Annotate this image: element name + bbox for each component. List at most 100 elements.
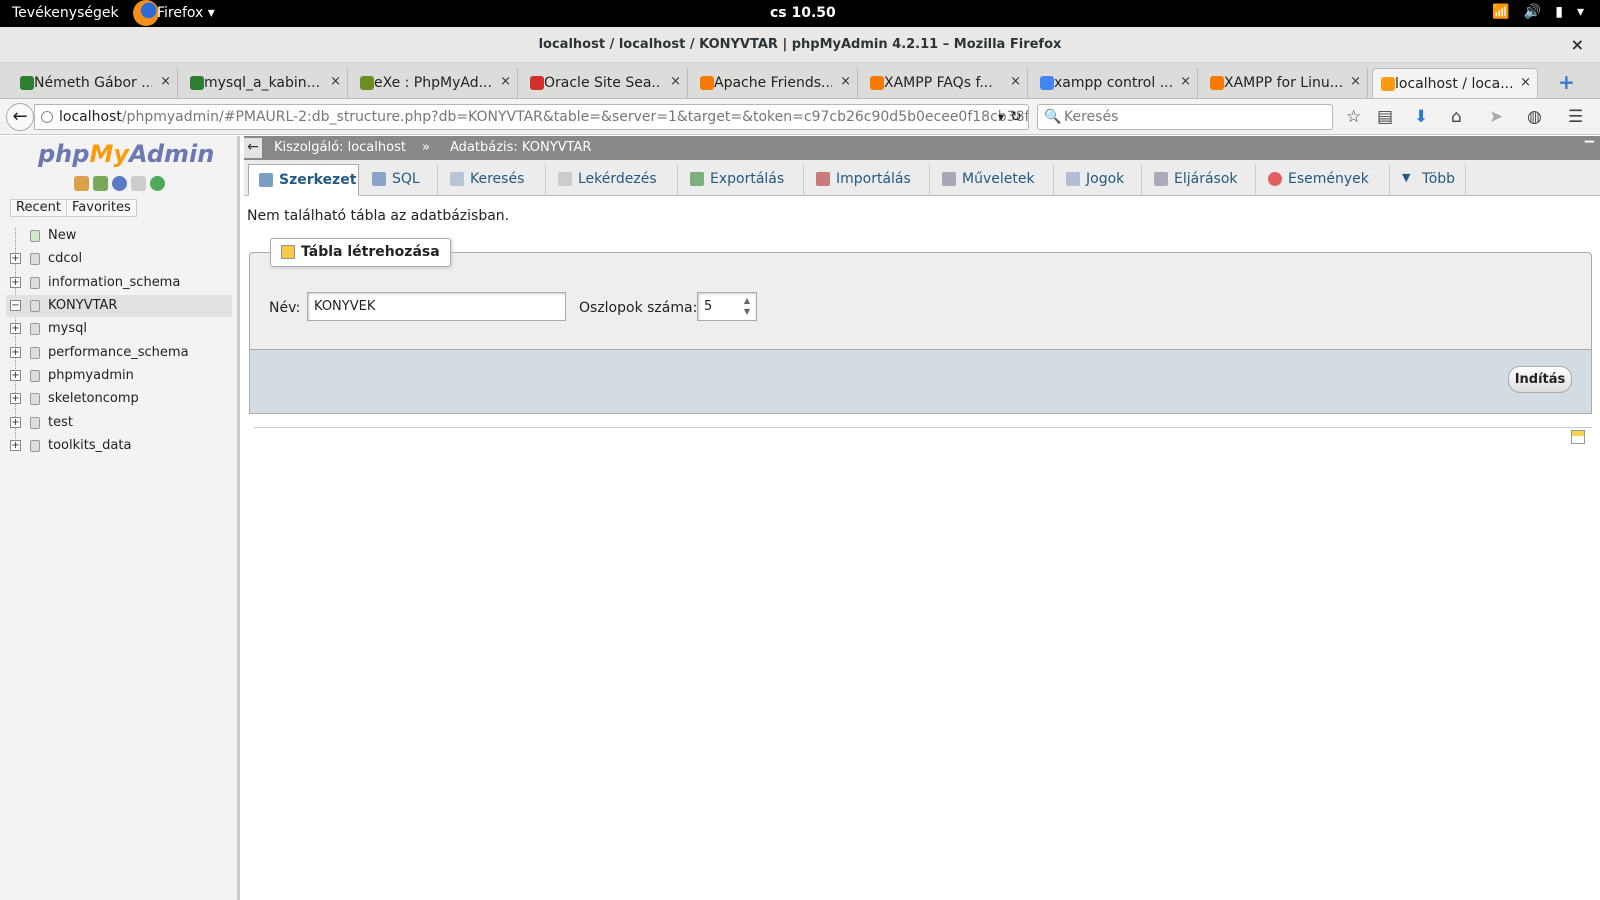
tab-tobb[interactable]: ▼ Több (1392, 164, 1466, 196)
activities-button[interactable]: Tevékenységek (12, 5, 119, 21)
home-icon[interactable] (74, 176, 89, 191)
tab-muveletek[interactable]: Műveletek (932, 164, 1054, 196)
hamburger-menu-icon[interactable]: ☰ (1568, 107, 1583, 127)
globe-icon[interactable]: ◍ (1527, 107, 1542, 127)
tab-close-icon[interactable]: × (1520, 75, 1531, 90)
new-database-item[interactable]: New (6, 225, 232, 247)
column-count-value: 5 (704, 299, 713, 314)
search-input[interactable]: 🔍 Keresés (1037, 104, 1333, 130)
database-item-konyvtar[interactable]: − KONYVTAR (6, 295, 232, 317)
tab-exportalas[interactable]: Exportálás (680, 164, 804, 196)
table-name-input[interactable]: KONYVEK (307, 292, 566, 321)
reading-list-icon[interactable]: ▤ (1377, 107, 1393, 127)
reload-icon[interactable] (150, 176, 165, 191)
expand-icon[interactable]: + (10, 393, 21, 404)
tab-importalas[interactable]: Importálás (806, 164, 930, 196)
window-close-button[interactable]: × (1571, 35, 1584, 54)
logout-icon[interactable] (93, 176, 108, 191)
database-icon (30, 253, 40, 265)
url-bar[interactable]: localhost/phpmyadmin/#PMAURL-2:db_struct… (34, 104, 1029, 130)
database-icon (30, 300, 40, 312)
browser-tab[interactable]: XAMPP FAQs f... × (862, 68, 1028, 98)
help-icon[interactable] (112, 176, 127, 191)
collapse-icon[interactable]: − (10, 300, 21, 311)
clock[interactable]: cs 10.50 (770, 5, 836, 21)
browser-tab[interactable]: Oracle Site Sea... × (522, 68, 688, 98)
browser-tab[interactable]: XAMPP for Linu... × (1202, 68, 1368, 98)
console-icon[interactable] (1571, 430, 1585, 444)
history-dropdown-icon[interactable]: ▾ (998, 105, 1004, 129)
expand-icon[interactable]: + (10, 277, 21, 288)
tab-esemenyek[interactable]: Események (1258, 164, 1390, 196)
back-button[interactable]: ← (6, 103, 34, 131)
database-item-phpmyadmin[interactable]: + phpmyadmin (6, 365, 232, 387)
tab-close-icon[interactable]: × (330, 74, 341, 89)
collapse-navigation-icon[interactable]: ← (244, 138, 262, 158)
bookmark-star-icon[interactable]: ☆ (1346, 107, 1361, 127)
tab-label: Szerkezet (279, 172, 357, 188)
tab-label: Több (1422, 171, 1456, 187)
tab-favicon-icon (190, 76, 204, 90)
database-item-mysql[interactable]: + mysql (6, 318, 232, 340)
browser-tab[interactable]: Apache Friends... × (692, 68, 858, 98)
tab-close-icon[interactable]: × (160, 74, 171, 89)
favorite-tables-button[interactable]: Favorites (66, 199, 137, 217)
database-item-performance-schema[interactable]: + performance_schema (6, 342, 232, 364)
stepper-arrows-icon[interactable]: ▲ ▼ (741, 295, 753, 318)
database-item-toolkits-data[interactable]: + toolkits_data (6, 435, 232, 457)
tab-kereses[interactable]: Keresés (440, 164, 546, 196)
tab-close-icon[interactable]: × (1010, 74, 1021, 89)
reload-icon[interactable]: ↻ (1010, 105, 1022, 129)
column-count-stepper[interactable]: 5 ▲ ▼ (697, 292, 757, 321)
tab-close-icon[interactable]: × (500, 74, 511, 89)
browser-tab[interactable]: mysql_a_kabin... × (182, 68, 348, 98)
tab-eljarasok[interactable]: Eljárások (1144, 164, 1256, 196)
send-icon[interactable]: ➤ (1489, 107, 1503, 127)
browser-tab[interactable]: eXe : PhpMyAd... × (352, 68, 518, 98)
browser-tab[interactable]: Németh Gábor ... × (12, 68, 178, 98)
documentation-icon[interactable] (131, 176, 146, 191)
tab-sql[interactable]: SQL (362, 164, 438, 196)
new-database-label: New (48, 228, 77, 243)
app-menu[interactable]: Firefox ▾ (157, 5, 215, 21)
tab-label: xampp control ... (1054, 75, 1172, 91)
import-icon (816, 172, 830, 186)
site-identity-icon[interactable] (41, 111, 53, 123)
database-item-skeletoncomp[interactable]: + skeletoncomp (6, 388, 232, 410)
tab-lekerdezes[interactable]: Lekérdezés (548, 164, 678, 196)
recent-tables-button[interactable]: Recent (10, 199, 67, 217)
database-item-information-schema[interactable]: + information_schema (6, 272, 232, 294)
tab-close-icon[interactable]: × (1350, 74, 1361, 89)
tab-close-icon[interactable]: × (840, 74, 851, 89)
home-icon[interactable]: ⌂ (1451, 107, 1462, 127)
new-tab-button[interactable]: + (1558, 70, 1575, 94)
tab-close-icon[interactable]: × (670, 74, 681, 89)
expand-icon[interactable]: + (10, 417, 21, 428)
database-icon (30, 393, 40, 405)
collapse-top-menu-icon[interactable]: ▔ (1585, 136, 1594, 160)
breadcrumb-database[interactable]: Adatbázis: KONYVTAR (450, 136, 591, 160)
browser-tab[interactable]: xampp control ... × (1032, 68, 1198, 98)
download-icon[interactable]: ⬇ (1414, 107, 1428, 127)
expand-icon[interactable]: + (10, 253, 21, 264)
expand-icon[interactable]: + (10, 347, 21, 358)
tab-close-icon[interactable]: × (1180, 74, 1191, 89)
tab-jogok[interactable]: Jogok (1056, 164, 1142, 196)
phpmyadmin-logo[interactable]: phpMyAdmin (38, 140, 214, 168)
breadcrumb-server[interactable]: Kiszolgáló: localhost (274, 136, 406, 160)
tab-label: mysql_a_kabin... (204, 75, 321, 91)
expand-icon[interactable]: + (10, 323, 21, 334)
system-status-area[interactable]: 📶 🔊 ▮ ▾ (1492, 4, 1584, 20)
database-item-cdcol[interactable]: + cdcol (6, 248, 232, 270)
navigation-toolbar: ← localhost/phpmyadmin/#PMAURL-2:db_stru… (0, 99, 1600, 135)
window-titlebar: localhost / localhost / KONYVTAR | phpMy… (0, 27, 1600, 63)
browser-tab-active[interactable]: localhost / loca... × (1372, 68, 1538, 98)
go-button[interactable]: Indítás (1508, 366, 1572, 393)
search-placeholder: Keresés (1064, 109, 1119, 125)
database-item-test[interactable]: + test (6, 412, 232, 434)
expand-icon[interactable]: + (10, 440, 21, 451)
database-label: information_schema (48, 275, 181, 290)
expand-icon[interactable]: + (10, 370, 21, 381)
database-label: mysql (48, 321, 87, 336)
tab-szerkezet[interactable]: Szerkezet (248, 164, 359, 196)
